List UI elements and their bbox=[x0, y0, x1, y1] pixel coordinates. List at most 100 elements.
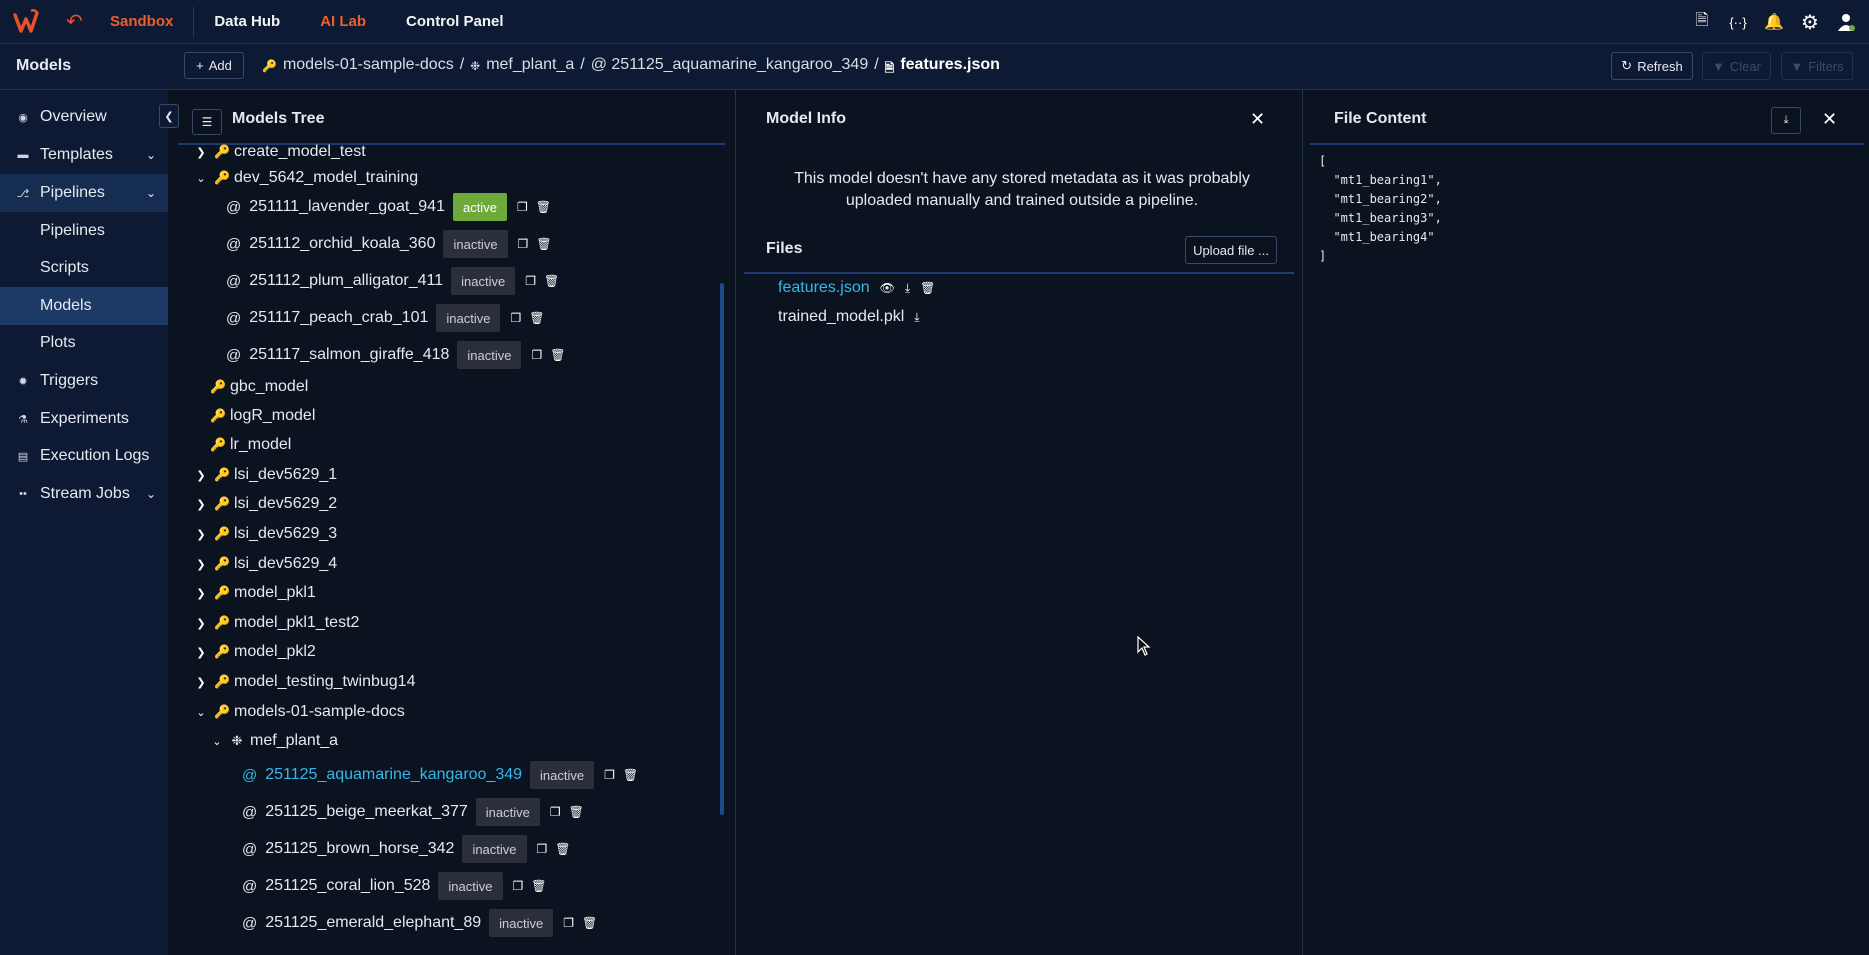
gear-icon[interactable]: ⚙ bbox=[1797, 9, 1823, 35]
sidebar-subitem-models[interactable]: Models bbox=[0, 287, 168, 325]
chevron-right-icon[interactable]: ❯ bbox=[194, 617, 208, 630]
copy-icon[interactable]: ❐ bbox=[518, 237, 529, 251]
bell-icon[interactable]: 🔔 bbox=[1761, 9, 1787, 35]
trash-icon[interactable]: 🗑 bbox=[536, 237, 551, 251]
tree-item[interactable]: ❯ 🔑 lsi_dev5629_4 bbox=[194, 549, 337, 579]
download-button[interactable]: ⤓ bbox=[1771, 107, 1801, 134]
download-icon[interactable]: ⤓ bbox=[914, 310, 919, 325]
tree-scrollbar[interactable] bbox=[720, 283, 724, 815]
chevron-right-icon[interactable]: ❯ bbox=[194, 469, 208, 482]
trash-icon[interactable]: 🗑 bbox=[555, 842, 570, 856]
tree-item[interactable]: 🔑 lr_model bbox=[210, 430, 291, 460]
chevron-right-icon[interactable]: ❯ bbox=[194, 528, 208, 541]
trash-icon[interactable]: 🗑 bbox=[544, 274, 559, 288]
copy-icon[interactable]: ❐ bbox=[531, 348, 542, 362]
chevron-right-icon[interactable]: ❯ bbox=[194, 558, 208, 571]
chevron-down-icon[interactable]: ⌄ bbox=[194, 706, 208, 719]
copy-icon[interactable]: ❐ bbox=[537, 842, 548, 856]
tree-item[interactable]: 🔑 logR_model bbox=[210, 401, 315, 431]
tree-item[interactable]: ❯ 🔑 model_testing_twinbug14 bbox=[194, 667, 415, 697]
upload-file-button[interactable]: Upload file ... bbox=[1185, 236, 1277, 264]
tree-item[interactable]: ❯ 🔑 model_pkl2 bbox=[194, 637, 315, 667]
tree-toggle-button[interactable]: ☰ bbox=[192, 109, 222, 135]
copy-icon[interactable]: ❐ bbox=[525, 274, 536, 288]
braces-icon[interactable]: {··} bbox=[1725, 9, 1751, 35]
tree-version[interactable]: @251112_plum_alligator_411 inactive ❐ 🗑 bbox=[226, 266, 559, 296]
file-name[interactable]: features.json bbox=[778, 279, 870, 297]
nav-ai-lab[interactable]: AI Lab bbox=[300, 13, 386, 30]
nav-control-panel[interactable]: Control Panel bbox=[386, 13, 524, 30]
tree-version[interactable]: @251125_brown_horse_342 inactive ❐ 🗑 bbox=[242, 834, 571, 864]
tree-item[interactable]: ❯ 🔑 lsi_dev5629_1 bbox=[194, 460, 337, 490]
sidebar-item-templates[interactable]: ▬ Templates ⌄ bbox=[0, 136, 168, 174]
tree-item[interactable]: ❯ 🔑 lsi_dev5629_2 bbox=[194, 489, 337, 519]
copy-icon[interactable]: ❐ bbox=[604, 768, 615, 782]
tree-version[interactable]: @251125_coral_lion_528 inactive ❐ 🗑 bbox=[242, 871, 547, 901]
filters-button[interactable]: ▼ Filters bbox=[1781, 52, 1853, 80]
chevron-right-icon[interactable]: ❯ bbox=[194, 587, 208, 600]
sidebar-subitem-pipelines[interactable]: Pipelines bbox=[0, 212, 168, 250]
sidebar-item-overview[interactable]: ◉ Overview bbox=[0, 98, 168, 136]
copy-icon[interactable]: ❐ bbox=[550, 805, 561, 819]
breadcrumb-plant[interactable]: mef_plant_a bbox=[486, 56, 574, 80]
chevron-right-icon[interactable]: ❯ bbox=[194, 498, 208, 511]
trash-icon[interactable]: 🗑 bbox=[623, 768, 638, 782]
tree-item[interactable]: ⌄ ❉ mef_plant_a bbox=[210, 726, 338, 756]
trash-icon[interactable]: 🗑 bbox=[529, 311, 544, 325]
tree-version[interactable]: @251112_orchid_koala_360 inactive ❐ 🗑 bbox=[226, 229, 552, 259]
eye-icon[interactable]: 👁 bbox=[880, 281, 895, 295]
trash-icon[interactable]: 🗑 bbox=[569, 805, 584, 819]
chevron-right-icon[interactable]: ❯ bbox=[194, 676, 208, 689]
tree-version[interactable]: @251111_lavender_goat_941 active ❐ 🗑 bbox=[226, 192, 551, 222]
trash-icon[interactable]: 🗑 bbox=[536, 200, 551, 214]
tree-version[interactable]: @251117_salmon_giraffe_418 inactive ❐ 🗑 bbox=[226, 340, 565, 370]
file-name[interactable]: trained_model.pkl bbox=[778, 308, 904, 326]
breadcrumb-model[interactable]: models-01-sample-docs bbox=[283, 56, 454, 80]
tree-version[interactable]: @251125_emerald_elephant_89 inactive ❐ 🗑 bbox=[242, 908, 597, 938]
collapse-sidebar-button[interactable]: ❮ bbox=[159, 104, 179, 128]
tree-version[interactable]: @251125_beige_meerkat_377 inactive ❐ 🗑 bbox=[242, 797, 584, 827]
file-row[interactable]: trained_model.pkl ⤓ bbox=[778, 308, 920, 326]
nav-sandbox[interactable]: Sandbox bbox=[90, 13, 193, 30]
tree-version[interactable]: @251117_peach_crab_101 inactive ❐ 🗑 bbox=[226, 303, 544, 333]
user-icon[interactable] bbox=[1833, 9, 1859, 35]
chevron-right-icon[interactable]: ❯ bbox=[194, 646, 208, 659]
clear-button[interactable]: ▼ Clear bbox=[1702, 52, 1771, 80]
copy-icon[interactable]: ❐ bbox=[563, 916, 574, 930]
trash-icon[interactable]: 🗑 bbox=[582, 916, 597, 930]
copy-icon[interactable]: ❐ bbox=[510, 311, 521, 325]
chevron-down-icon[interactable]: ⌄ bbox=[210, 735, 224, 748]
close-icon[interactable]: ✕ bbox=[1822, 109, 1837, 130]
trash-icon[interactable]: 🗑 bbox=[920, 281, 935, 295]
chevron-right-icon[interactable]: ❯ bbox=[194, 146, 208, 159]
file-row[interactable]: features.json 👁 ⤓ 🗑 bbox=[778, 279, 935, 297]
copy-icon[interactable]: ❐ bbox=[513, 879, 524, 893]
file-code-icon[interactable]: 🗎 bbox=[1689, 9, 1715, 35]
tree-version-selected[interactable]: @251125_aquamarine_kangaroo_349 inactive ❐… bbox=[242, 760, 638, 790]
copy-icon[interactable]: ❐ bbox=[517, 200, 528, 214]
tree-item[interactable]: ❯ 🔑 model_pkl1_test2 bbox=[194, 608, 359, 638]
sidebar-item-pipelines[interactable]: ⎇ Pipelines ⌄ bbox=[0, 174, 168, 212]
download-icon[interactable]: ⤓ bbox=[905, 281, 910, 296]
tree-item[interactable]: ⌄ 🔑 dev_5642_model_training bbox=[194, 163, 418, 193]
sidebar-item-stream-jobs[interactable]: •• Stream Jobs ⌄ bbox=[0, 475, 168, 513]
close-icon[interactable]: ✕ bbox=[1250, 109, 1265, 130]
undo-arrow-icon[interactable]: ↶ bbox=[66, 9, 90, 34]
tree-item[interactable]: ⌄ 🔑 models-01-sample-docs bbox=[194, 697, 404, 727]
breadcrumb-version[interactable]: @ 251125_aquamarine_kangaroo_349 bbox=[591, 56, 869, 80]
add-button[interactable]: + Add bbox=[184, 52, 244, 79]
sidebar-subitem-plots[interactable]: Plots bbox=[0, 324, 168, 362]
tree-item[interactable]: ❯ 🔑 model_pkl1 bbox=[194, 578, 315, 608]
sidebar-subitem-scripts[interactable]: Scripts bbox=[0, 249, 168, 287]
sidebar-item-execution-logs[interactable]: ▤ Execution Logs bbox=[0, 437, 168, 475]
sidebar-item-experiments[interactable]: ⚗ Experiments bbox=[0, 400, 168, 438]
tree-item[interactable]: 🔑 gbc_model bbox=[210, 372, 308, 402]
trash-icon[interactable]: 🗑 bbox=[550, 348, 565, 362]
nav-data-hub[interactable]: Data Hub bbox=[194, 13, 300, 30]
tree-item[interactable]: ❯ 🔑 lsi_dev5629_3 bbox=[194, 519, 337, 549]
app-logo[interactable] bbox=[4, 0, 48, 44]
refresh-button[interactable]: ↻ Refresh bbox=[1611, 52, 1693, 80]
sidebar-item-triggers[interactable]: ✹ Triggers bbox=[0, 362, 168, 400]
trash-icon[interactable]: 🗑 bbox=[531, 879, 546, 893]
chevron-down-icon[interactable]: ⌄ bbox=[194, 172, 208, 185]
